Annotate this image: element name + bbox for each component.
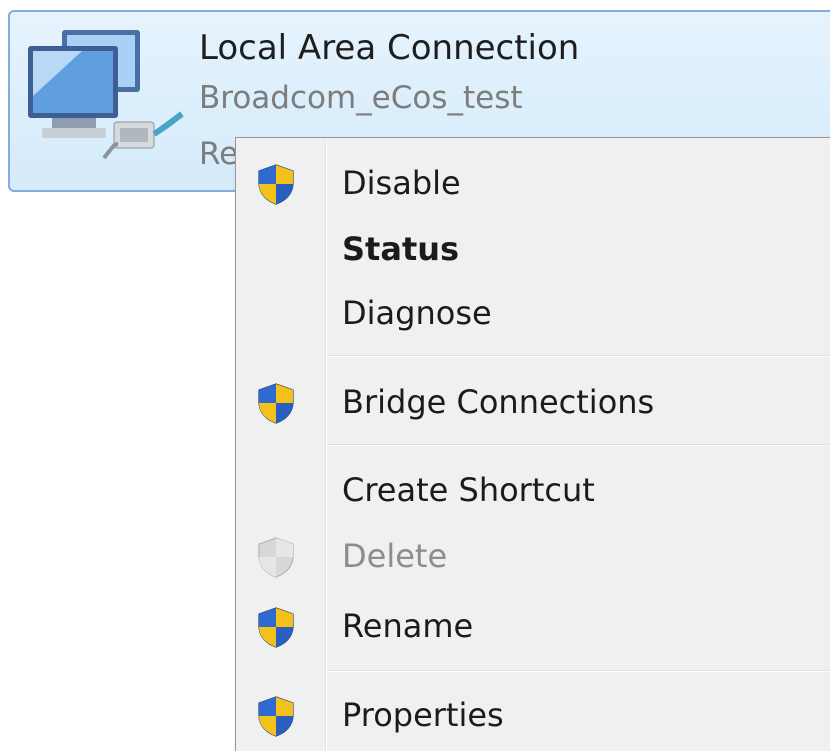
menu-item-rename[interactable]: Rename	[236, 593, 830, 659]
menu-separator	[328, 355, 830, 357]
menu-item-label: Status	[342, 230, 460, 268]
uac-shield-icon	[258, 164, 294, 205]
menu-item-status[interactable]: Status	[236, 216, 830, 282]
menu-item-properties[interactable]: Properties	[236, 682, 830, 748]
menu-item-disable[interactable]: Disable	[236, 150, 830, 216]
desktop-stage: Local Area Connection Broadcom_eCos_test…	[0, 0, 830, 751]
connection-name: Local Area Connection	[199, 28, 580, 68]
uac-shield-icon	[258, 696, 294, 737]
menu-item-label: Disable	[342, 164, 461, 202]
menu-item-create-shortcut[interactable]: Create Shortcut	[236, 457, 830, 523]
menu-separator	[328, 670, 830, 672]
connection-device: Broadcom_eCos_test	[199, 80, 523, 116]
menu-item-label: Rename	[342, 607, 474, 645]
menu-separator	[328, 444, 830, 446]
menu-item-label: Diagnose	[342, 294, 492, 332]
menu-item-label: Delete	[342, 537, 448, 575]
network-connection-icon	[28, 30, 184, 160]
menu-item-label: Properties	[342, 696, 504, 734]
context-menu: Disable Status Diagnose Bridge Connectio…	[235, 137, 830, 751]
menu-item-label: Create Shortcut	[342, 471, 595, 509]
menu-item-bridge-connections[interactable]: Bridge Connections	[236, 369, 830, 435]
menu-item-label: Bridge Connections	[342, 383, 655, 421]
menu-item-diagnose[interactable]: Diagnose	[236, 280, 830, 346]
uac-shield-disabled-icon	[258, 537, 294, 578]
menu-item-delete: Delete	[236, 523, 830, 589]
uac-shield-icon	[258, 383, 294, 424]
uac-shield-icon	[258, 607, 294, 648]
